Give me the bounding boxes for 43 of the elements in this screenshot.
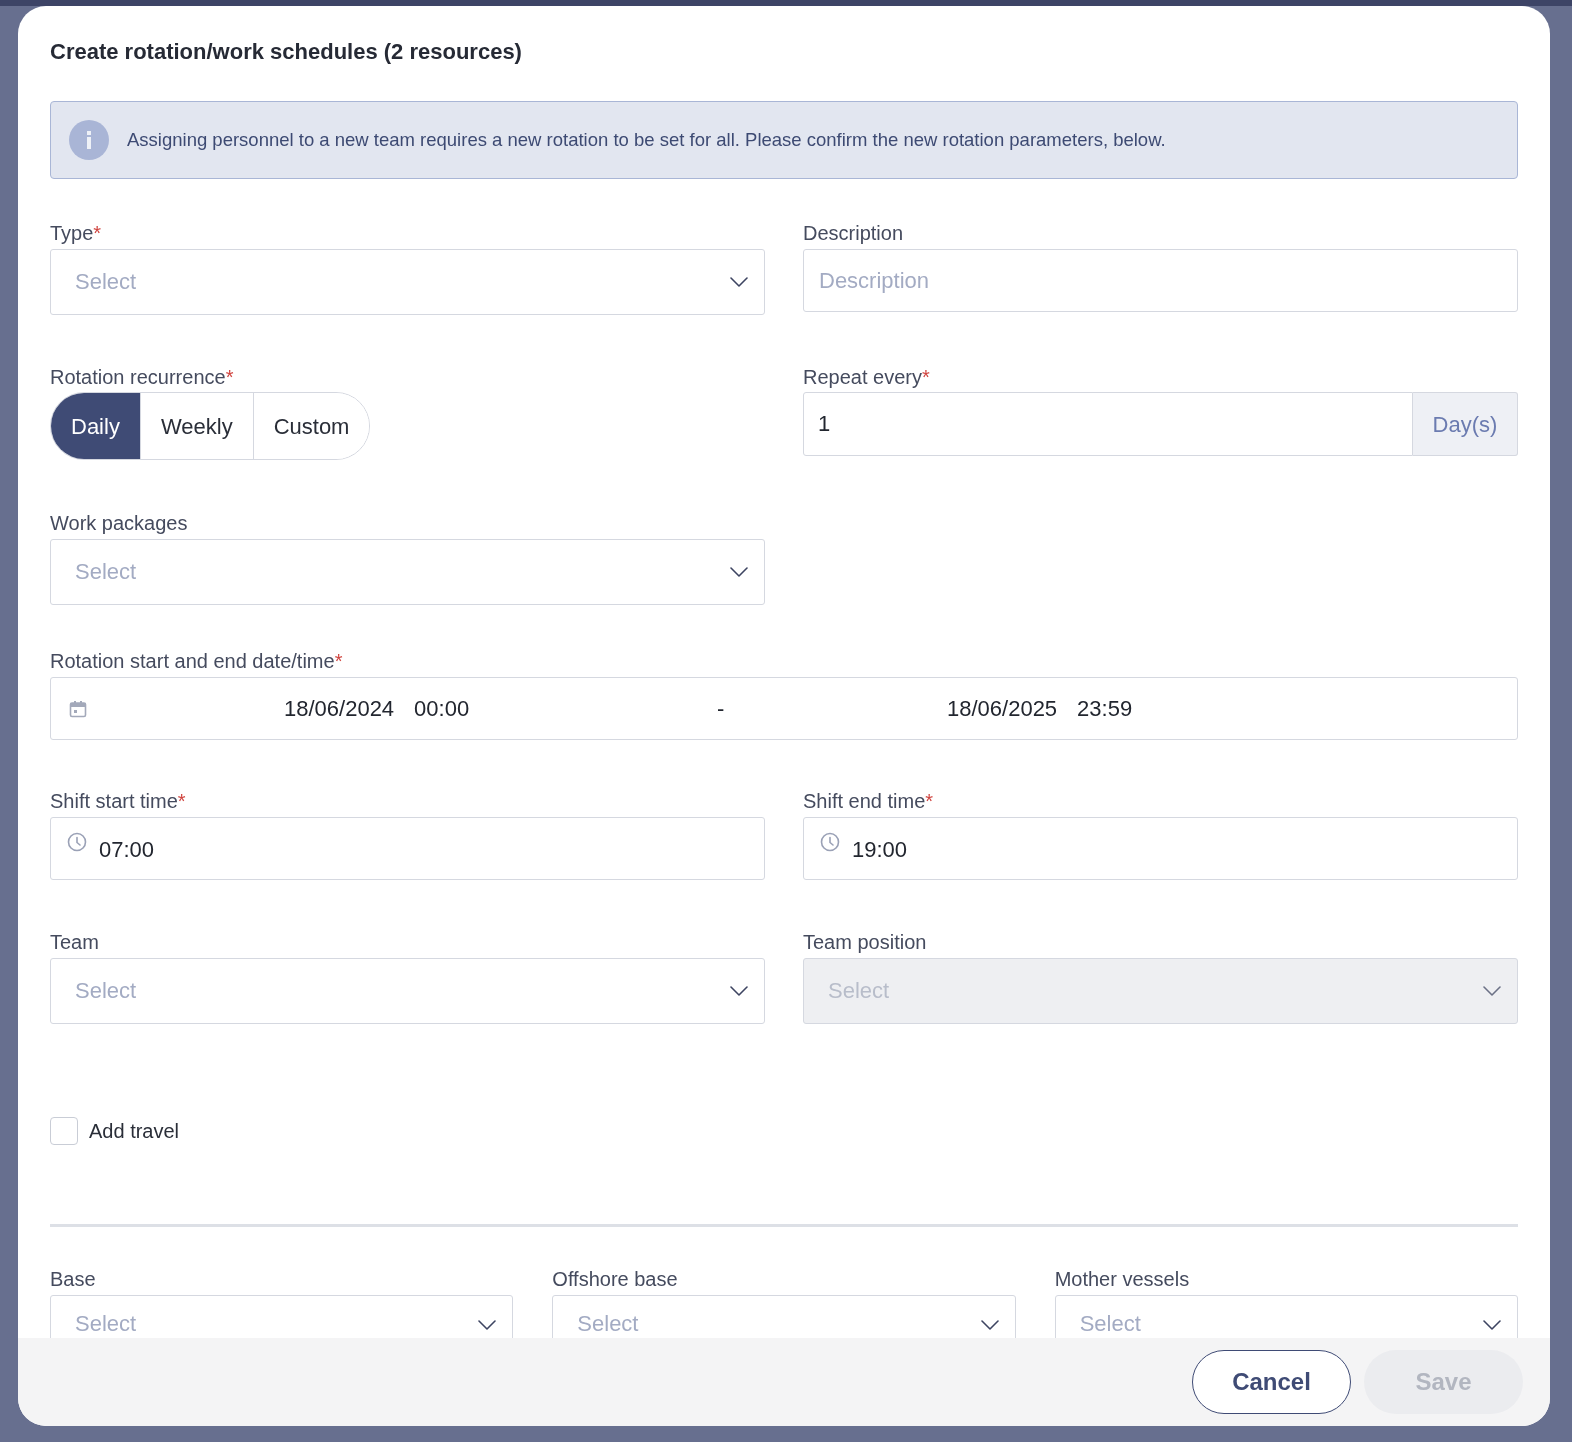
required-mark: * xyxy=(334,649,343,673)
unit-label: Day(s) xyxy=(1413,392,1518,456)
required-mark: * xyxy=(225,365,234,389)
field-label: Shift start time xyxy=(50,789,178,813)
field-label: Mother vessels xyxy=(1054,1267,1190,1291)
field-label: Repeat every xyxy=(803,365,922,389)
checkbox[interactable] xyxy=(50,1117,78,1145)
field-label: Rotation start and end date/time xyxy=(50,649,335,673)
date-range-field[interactable]: 18/06/2024 00:00 - 18/06/2025 23:59 xyxy=(50,677,1518,740)
chevron-down-icon xyxy=(980,1320,999,1330)
checkbox-label: Add travel xyxy=(89,1119,180,1144)
shift-start-field[interactable]: 07:00 xyxy=(50,817,765,880)
field-label: Team position xyxy=(803,930,927,954)
chevron-down-icon xyxy=(478,1320,497,1330)
required-mark: * xyxy=(925,789,934,813)
chevron-down-icon xyxy=(730,986,748,996)
description-field[interactable]: Description xyxy=(803,249,1518,312)
dialog-title: Create rotation/work schedules (2 resources) xyxy=(50,39,522,64)
chevron-down-icon xyxy=(1483,1320,1501,1330)
chevron-down-icon xyxy=(1483,986,1501,996)
field-label: Work packages xyxy=(50,511,188,535)
info-icon xyxy=(69,120,109,160)
field-label: Offshore base xyxy=(552,1267,678,1291)
field-label: Team xyxy=(50,930,99,954)
chevron-down-icon xyxy=(730,277,748,287)
clock-icon xyxy=(67,832,87,852)
footer-button[interactable]: Cancel xyxy=(1192,1350,1351,1414)
shift-end-field[interactable]: 19:00 xyxy=(803,817,1518,880)
required-mark: * xyxy=(177,789,186,813)
info-message: Assigning personnel to a new team requires a new rotation to be set for all. Please confirm the new rotation parameters, below. xyxy=(127,128,1166,153)
recurrence-option[interactable]: Custom xyxy=(252,393,370,459)
field-label: Shift end time xyxy=(803,789,926,813)
field-label: Rotation recurrence xyxy=(50,365,226,389)
repeat-every-field[interactable]: 1 xyxy=(803,392,1413,456)
field-label: Description xyxy=(803,221,904,245)
calendar-icon xyxy=(69,699,87,718)
chevron-down-icon xyxy=(730,567,748,577)
clock-icon xyxy=(820,832,840,852)
field-label: Type xyxy=(50,221,94,245)
required-mark: * xyxy=(93,221,102,245)
recurrence-option[interactable]: Daily xyxy=(51,393,140,459)
field-label: Base xyxy=(50,1267,96,1291)
required-mark: * xyxy=(921,365,930,389)
